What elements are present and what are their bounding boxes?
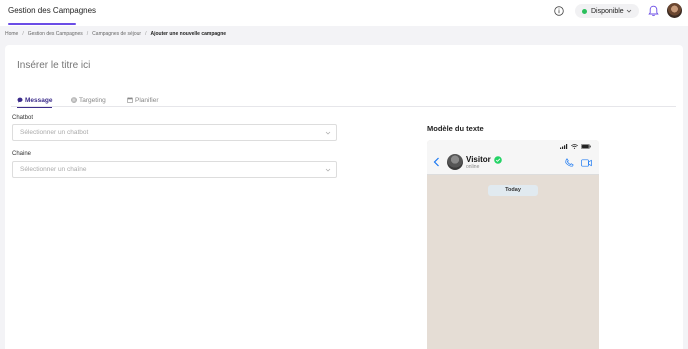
chevron-down-icon — [626, 9, 632, 13]
contact-avatar — [447, 154, 463, 170]
tab-message-label: Message — [25, 96, 53, 104]
app-title-underline — [8, 23, 76, 25]
tab-targeting-label: Targeting — [79, 96, 106, 104]
whatsapp-preview: Visitor online Today — [427, 140, 599, 349]
contact-status: online — [466, 164, 480, 170]
info-icon[interactable] — [554, 6, 564, 16]
phone-status-bar — [560, 144, 591, 149]
wifi-icon — [571, 144, 578, 149]
form-tabs: Message Targeting Planifier — [11, 95, 676, 108]
chevron-down-icon — [325, 131, 331, 135]
status-label: Disponible — [591, 7, 624, 15]
tab-targeting[interactable]: Targeting — [71, 95, 106, 105]
breadcrumb: Home / Gestion des Campagnes / Campagnes de … — [5, 31, 227, 37]
chaine-select[interactable]: Sélectionner un chaîne — [12, 161, 337, 178]
campaign-title-input[interactable] — [17, 60, 317, 71]
chaine-label: Chaine — [12, 151, 32, 157]
chatbot-select[interactable]: Sélectionner un chatbot — [12, 124, 337, 141]
breadcrumb-home[interactable]: Home — [5, 31, 18, 37]
chat-icon — [17, 97, 23, 103]
video-call-icon[interactable] — [581, 159, 592, 167]
top-bar: Gestion des Campagnes Disponible — [0, 0, 688, 26]
chaine-select-placeholder: Sélectionner un chaîne — [20, 166, 87, 173]
tab-message[interactable]: Message — [17, 95, 53, 108]
chatbot-label: Chatbot — [12, 115, 34, 121]
bell-icon[interactable] — [648, 5, 659, 17]
app-title: Gestion des Campagnes — [8, 6, 97, 15]
breadcrumb-campagnes-sejour[interactable]: Campagnes de séjour — [92, 31, 141, 37]
verified-badge-icon — [494, 156, 502, 164]
tab-planifier-label: Planifier — [135, 96, 159, 104]
tab-planifier[interactable]: Planifier — [127, 95, 158, 105]
preview-title: Modèle du texte — [427, 124, 484, 133]
user-avatar[interactable] — [667, 3, 682, 18]
signal-icon — [560, 144, 568, 149]
chatbot-select-placeholder: Sélectionner un chatbot — [20, 129, 89, 136]
campaign-form-card: Message Targeting Planifier Chatbot Séle… — [5, 45, 683, 349]
breadcrumb-current: Ajouter une nouvelle campagne — [150, 31, 227, 37]
status-dot — [582, 8, 587, 14]
calendar-icon — [127, 97, 133, 103]
target-icon — [71, 97, 77, 103]
breadcrumb-gestion-campagnes[interactable]: Gestion des Campagnes — [28, 31, 83, 37]
chevron-down-icon — [325, 168, 331, 172]
contact-name: Visitor — [466, 155, 491, 164]
phone-call-icon[interactable] — [565, 158, 574, 167]
phone-header: Visitor online — [427, 140, 599, 175]
battery-icon — [581, 144, 591, 149]
back-arrow-icon[interactable] — [433, 157, 440, 167]
date-chip: Today — [488, 185, 538, 196]
availability-dropdown[interactable]: Disponible — [575, 4, 639, 18]
